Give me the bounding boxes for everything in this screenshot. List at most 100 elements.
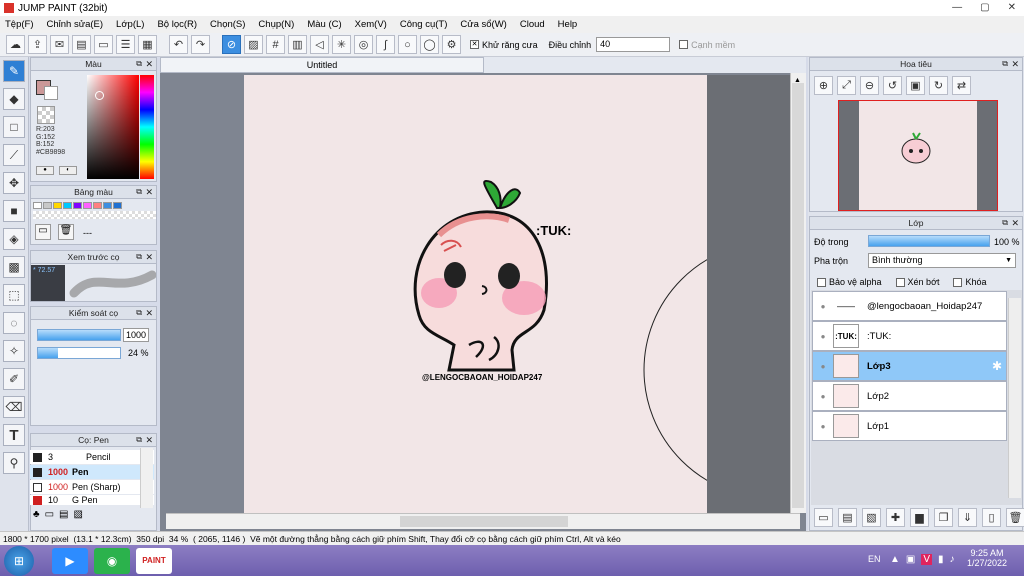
undock-icon[interactable]: ⧉ <box>136 434 142 446</box>
antialias-checkbox[interactable]: ✕ <box>470 40 479 49</box>
lasso-tool-icon[interactable]: ◌ <box>3 312 25 334</box>
horizontal-scroll-thumb[interactable] <box>400 516 568 527</box>
curve-icon[interactable]: ∫ <box>376 35 395 54</box>
list-icon[interactable]: ☰ <box>116 35 135 54</box>
marquee-tool-icon[interactable]: ⬚ <box>3 284 25 306</box>
tray-arrow-icon[interactable]: ▲ <box>890 554 900 565</box>
start-button[interactable]: ⊞ <box>4 545 34 576</box>
visibility-icon[interactable]: ● <box>813 332 833 341</box>
close-icon[interactable]: ✕ <box>1011 58 1019 70</box>
new-raster-icon[interactable]: ▤ <box>838 508 857 527</box>
layer-row[interactable]: ● Lớp2 <box>812 381 1007 411</box>
hatch-icon[interactable]: ▨ <box>244 35 263 54</box>
zoom-out-icon[interactable]: ⊖ <box>860 76 879 95</box>
jump-paint-icon[interactable]: PAINT <box>136 547 172 574</box>
transparent-swatch[interactable] <box>37 106 55 124</box>
vertical-scroll-thumb[interactable] <box>792 83 804 508</box>
zoom-app-icon[interactable]: ▶ <box>52 547 88 574</box>
layer-row-selected[interactable]: ● Lớp3 ✱ <box>812 351 1007 381</box>
clear-layer-icon[interactable]: ▯ <box>982 508 1001 527</box>
eyedrop-small-icon[interactable]: ● <box>36 166 54 175</box>
brush-item-pencil[interactable]: 3 Pencil <box>30 450 154 464</box>
menu-edit[interactable]: Chỉnh sửa(E) <box>47 19 104 30</box>
menu-tools[interactable]: Công cụ(T) <box>400 19 448 30</box>
palette-swatch[interactable] <box>33 202 42 209</box>
menu-view[interactable]: Xem(V) <box>355 19 387 30</box>
undock-icon[interactable]: ⧉ <box>136 58 142 70</box>
gradient-tool-icon[interactable]: ▩ <box>3 256 25 278</box>
palette-empty-row[interactable] <box>33 211 156 219</box>
close-icon[interactable]: ✕ <box>145 307 153 319</box>
lock-checkbox[interactable] <box>953 278 963 288</box>
merge-down-icon[interactable]: ⇓ <box>958 508 977 527</box>
text-tool-icon[interactable]: T <box>3 424 25 446</box>
comment-icon[interactable]: ✉ <box>50 35 69 54</box>
horizontal-scrollbar[interactable] <box>166 513 800 529</box>
settings-icon[interactable]: ⚙ <box>442 35 461 54</box>
undock-icon[interactable]: ⧉ <box>136 307 142 319</box>
palette-swatch[interactable] <box>73 202 82 209</box>
selection-off-icon[interactable]: ⊘ <box>222 35 241 54</box>
clock[interactable]: 9:25 AM 1/27/2022 <box>962 548 1012 568</box>
line-tool-icon[interactable]: ⟋ <box>3 144 25 166</box>
select-eraser-tool-icon[interactable]: ⌫ <box>3 396 25 418</box>
select-pen-tool-icon[interactable]: ✐ <box>3 368 25 390</box>
brush-menu-icon[interactable]: ▤ <box>59 509 68 520</box>
select-rect-tool-icon[interactable]: □ <box>3 116 25 138</box>
duplicate-layer-icon[interactable]: ❐ <box>934 508 953 527</box>
hue-slider[interactable] <box>140 75 154 179</box>
brush-item-gpen[interactable]: 10 G Pen <box>30 495 154 505</box>
adjust-input[interactable]: 40 <box>596 37 671 52</box>
fit-icon[interactable]: ⤢ <box>837 76 856 95</box>
brush-tool-icon[interactable]: ✎ <box>3 60 25 82</box>
delete-layer-icon[interactable]: 🗑 <box>1006 508 1024 527</box>
layer-row[interactable]: ● :TUK: :TUK: <box>812 321 1007 351</box>
brush-size-input[interactable]: 1000 <box>123 328 149 342</box>
minimize-button[interactable]: — <box>952 2 962 13</box>
layer-effect-icon[interactable]: ✚ <box>886 508 905 527</box>
menu-file[interactable]: Tệp(F) <box>5 19 34 30</box>
radial-icon[interactable]: ✳ <box>332 35 351 54</box>
visibility-icon[interactable]: ● <box>813 422 833 431</box>
concentric-icon[interactable]: ◎ <box>354 35 373 54</box>
brush-tree-icon[interactable]: ♣ <box>33 509 40 520</box>
menu-select[interactable]: Chọn(S) <box>210 19 245 30</box>
brush-list-scrollbar[interactable] <box>140 448 153 508</box>
gear-icon[interactable]: ✱ <box>992 359 1002 373</box>
browser-icon[interactable]: ◉ <box>94 547 130 574</box>
visibility-icon[interactable]: ● <box>813 362 833 371</box>
close-icon[interactable]: ✕ <box>145 186 153 198</box>
visibility-icon[interactable]: ● <box>813 392 833 401</box>
tray-v-icon[interactable]: V <box>921 554 933 565</box>
eraser-tool-icon[interactable]: ◆ <box>3 88 25 110</box>
palette-swatch[interactable] <box>113 202 122 209</box>
perspective-icon[interactable]: ▥ <box>288 35 307 54</box>
soft-edge-checkbox[interactable] <box>679 40 689 49</box>
brush-opacity-slider[interactable] <box>37 347 121 359</box>
brush-item-pen[interactable]: 1000Pen✱ <box>30 465 154 479</box>
grid-icon[interactable]: # <box>266 35 285 54</box>
eyedropper-tool-icon[interactable]: ⚲ <box>3 452 25 474</box>
saturation-value-picker[interactable] <box>87 75 139 179</box>
menu-capture[interactable]: Chụp(N) <box>258 19 294 30</box>
brush-settings-icon[interactable]: ▧ <box>73 509 82 520</box>
brush-size-slider[interactable] <box>37 329 121 341</box>
network-icon[interactable]: ▮ <box>938 554 944 565</box>
vanishing-icon[interactable]: ◁ <box>310 35 329 54</box>
brush-item-pen-sharp[interactable]: 1000 Pen (Sharp) <box>30 480 154 494</box>
menu-color[interactable]: Màu (C) <box>307 19 341 30</box>
menu-help[interactable]: Help <box>558 19 578 30</box>
palette-swatch[interactable] <box>53 202 62 209</box>
palette-swatch[interactable] <box>43 202 52 209</box>
new-page-icon[interactable]: ▭ <box>35 224 51 240</box>
close-button[interactable]: ✕ <box>1008 2 1016 13</box>
menu-filter[interactable]: Bộ lọc(R) <box>157 19 197 30</box>
palette-swatch[interactable] <box>103 202 112 209</box>
close-icon[interactable]: ✕ <box>145 58 153 70</box>
new-layer-icon[interactable]: ▭ <box>814 508 833 527</box>
protect-alpha-checkbox[interactable] <box>817 278 826 288</box>
layer-row[interactable]: ● Lớp1 <box>812 411 1007 441</box>
undock-icon[interactable]: ⧉ <box>136 186 142 198</box>
circle-icon[interactable]: ○ <box>398 35 417 54</box>
panel-icon[interactable]: ▤ <box>72 35 91 54</box>
